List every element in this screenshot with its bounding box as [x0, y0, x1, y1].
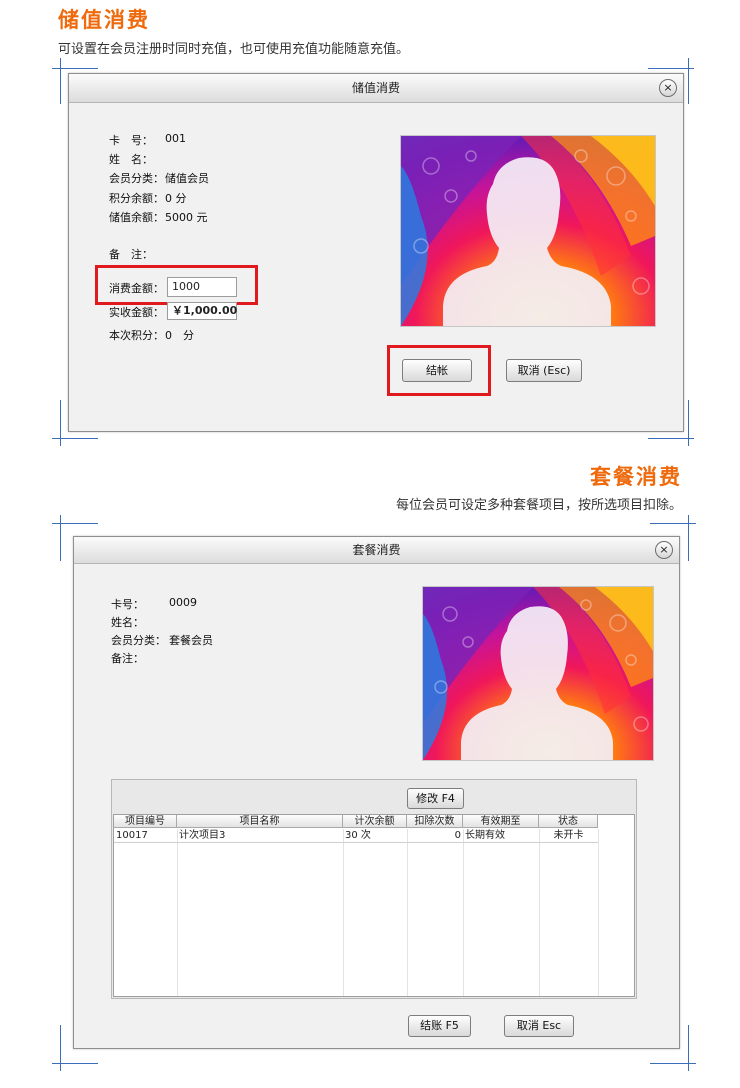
- column-header-item-code[interactable]: 项目编号: [114, 815, 177, 828]
- card-number-value: 001: [165, 132, 186, 145]
- section1-description: 可设置在会员注册时同时充值，也可使用充值功能随意充值。: [58, 42, 410, 57]
- crop-mark: [650, 523, 696, 524]
- package-dialog: 套餐消费 × 卡号： 0009 姓名： 会员分类： 套餐会员 备注： 修改 F4…: [73, 536, 680, 1049]
- cell-item-name: 计次项目3: [179, 830, 226, 841]
- column-divider: [463, 829, 464, 996]
- crop-mark: [688, 58, 689, 104]
- member-category-value: 套餐会员: [169, 634, 213, 647]
- checkout-button[interactable]: 结账 F5: [408, 1015, 471, 1037]
- points-balance-value: 0 分: [165, 192, 187, 205]
- points-earned-label: 本次积分：: [109, 329, 164, 342]
- member-category-label: 会员分类：: [111, 634, 166, 647]
- column-divider: [407, 829, 408, 996]
- crop-mark: [650, 1063, 696, 1064]
- name-label: 姓名：: [111, 616, 144, 629]
- column-divider: [343, 829, 344, 996]
- crop-mark: [52, 438, 98, 439]
- card-number-label: 卡号：: [111, 598, 144, 611]
- section2-description: 每位会员可设定多种套餐项目，按所选项目扣除。: [395, 498, 682, 513]
- points-balance-label: 积分余额：: [109, 192, 164, 205]
- received-amount-field: ￥1,000.00: [167, 302, 237, 320]
- points-earned-value: 0 分: [165, 329, 194, 342]
- stored-balance-label: 储值余额：: [109, 211, 164, 224]
- remark-label: 备注：: [111, 652, 144, 665]
- package-table-panel: 修改 F4 项目编号 项目名称 计次余额 扣除次数 有效期至 状态 10017 …: [111, 779, 637, 999]
- cell-status: 未开卡: [553, 830, 584, 841]
- modify-button[interactable]: 修改 F4: [407, 788, 464, 809]
- cell-valid-until: 长期有效: [465, 830, 505, 841]
- remark-label: 备 注：: [109, 248, 153, 261]
- cell-deduct-count: 0: [454, 830, 461, 841]
- dialog-titlebar: 储值消费: [69, 74, 683, 103]
- section1-heading: 储值消费: [58, 8, 150, 32]
- crop-mark: [60, 1025, 61, 1071]
- crop-mark: [52, 68, 98, 69]
- column-header-item-name[interactable]: 项目名称: [177, 815, 343, 828]
- cancel-button[interactable]: 取消 Esc: [504, 1015, 574, 1037]
- column-divider: [177, 829, 178, 996]
- amount-highlight-box: [95, 265, 258, 305]
- column-divider: [539, 829, 540, 996]
- stored-balance-value: 5000 元: [165, 211, 208, 224]
- cell-item-code: 10017: [116, 830, 148, 841]
- card-number-label: 卡 号：: [109, 134, 153, 147]
- column-header-valid-until[interactable]: 有效期至: [463, 815, 539, 828]
- crop-mark: [688, 515, 689, 561]
- crop-mark: [60, 515, 61, 561]
- member-category-label: 会员分类：: [109, 172, 164, 185]
- crop-mark: [60, 400, 61, 446]
- checkout-highlight-box: [387, 345, 491, 396]
- received-amount-label: 实收金额：: [109, 306, 164, 319]
- close-icon[interactable]: ×: [659, 79, 677, 97]
- name-label: 姓 名：: [109, 153, 153, 166]
- crop-mark: [688, 400, 689, 446]
- dialog-titlebar: 套餐消费: [74, 537, 679, 564]
- member-photo-placeholder: [400, 135, 656, 327]
- card-number-value: 0009: [169, 596, 197, 609]
- crop-mark: [52, 523, 98, 524]
- member-photo-placeholder: [422, 586, 654, 761]
- column-divider: [598, 829, 599, 996]
- crop-mark: [52, 1063, 98, 1064]
- row-divider: [114, 842, 598, 843]
- member-category-value: 储值会员: [165, 172, 209, 185]
- section2-heading: 套餐消费: [590, 465, 682, 489]
- cell-remaining-count: 30 次: [345, 830, 371, 841]
- package-items-table[interactable]: 项目编号 项目名称 计次余额 扣除次数 有效期至 状态 10017 计次项目3 …: [113, 814, 635, 997]
- crop-mark: [60, 58, 61, 104]
- column-header-remaining-count[interactable]: 计次余额: [343, 815, 407, 828]
- close-icon[interactable]: ×: [655, 541, 673, 559]
- crop-mark: [688, 1025, 689, 1071]
- stored-value-dialog: 储值消费 × 卡 号： 001 姓 名： 会员分类： 储值会员 积分余额： 0 …: [68, 73, 684, 432]
- cancel-button[interactable]: 取消 (Esc): [506, 359, 582, 382]
- column-header-status[interactable]: 状态: [539, 815, 598, 828]
- column-header-deduct-count[interactable]: 扣除次数: [407, 815, 463, 828]
